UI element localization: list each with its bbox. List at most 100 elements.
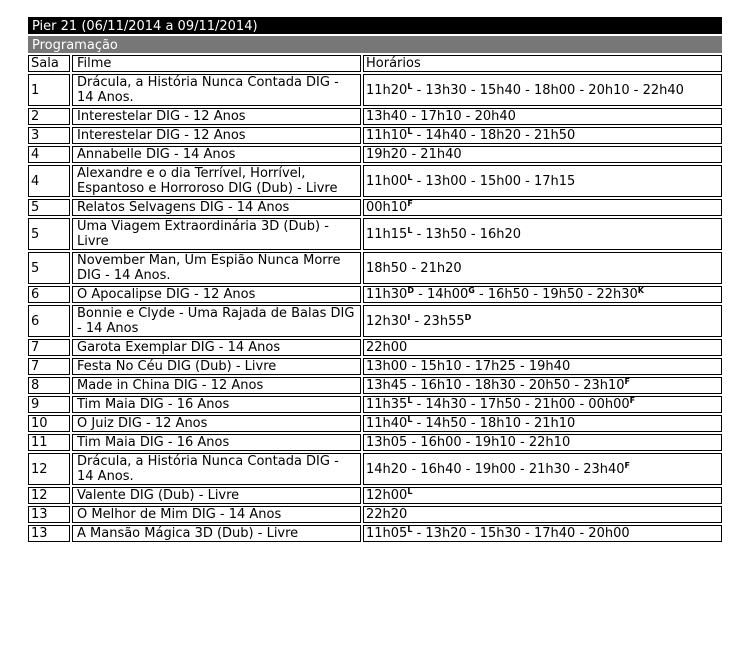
showtime: 16h20: [479, 226, 522, 242]
horarios-cell: 13h05 - 16h00 - 19h10 - 22h10: [363, 434, 722, 451]
filme-cell: Made in China DIG - 12 Anos: [72, 377, 361, 394]
time-separator: -: [461, 359, 475, 374]
time-separator: -: [407, 461, 421, 477]
time-separator: -: [407, 147, 421, 162]
showtime: 11h05: [366, 526, 408, 541]
filme-cell: Garota Exemplar DIG - 14 Anos: [72, 339, 361, 356]
horarios-cell: 14h20 - 16h40 - 19h00 - 21h30 - 23h40F: [363, 453, 722, 485]
time-separator: -: [466, 173, 480, 189]
horarios-cell: 11h00L - 13h00 - 15h00 - 17h15: [363, 165, 722, 197]
time-separator: -: [466, 526, 480, 541]
showtime: 14h40: [425, 128, 467, 143]
showtime: 12h00: [366, 488, 408, 503]
showtime: 16h50: [487, 287, 530, 302]
showtime: 14h00: [426, 287, 469, 302]
showtime: 18h10: [479, 416, 522, 431]
time-separator: -: [407, 435, 421, 450]
table-row: 8 Made in China DIG - 12 Anos 13h45 - 16h1…: [28, 377, 722, 394]
time-separator: -: [461, 109, 475, 124]
table-row: 5 November Man, Um Espião Nunca Morre DIG…: [28, 252, 722, 284]
sala-cell: 9: [28, 396, 70, 413]
showtime: 11h20: [366, 82, 408, 98]
horarios-cell: 11h20L - 13h30 - 15h40 - 18h00 - 20h10 -…: [363, 74, 722, 106]
table-row: 5 Relatos Selvagens DIG - 14 Anos 00h10F: [28, 199, 722, 216]
showtime: 20h50: [528, 378, 571, 393]
time-separator: -: [583, 287, 597, 302]
table-row: 4 Annabelle DIG - 14 Anos 19h20 - 21h40: [28, 146, 722, 163]
filme-cell: Alexandre e o dia Terrível, Horrível, Es…: [72, 165, 361, 197]
sala-cell: 2: [28, 108, 70, 125]
time-separator: -: [515, 378, 529, 393]
showtime: 14h30: [425, 397, 467, 412]
showtime: 19h10: [474, 435, 516, 450]
horarios-cell: 19h20 - 21h40: [363, 146, 722, 163]
sala-cell: 6: [28, 305, 70, 337]
showtime: 15h10: [420, 359, 462, 374]
sala-cell: 1: [28, 74, 70, 106]
sala-cell: 13: [28, 506, 70, 523]
sala-cell: 7: [28, 358, 70, 375]
table-row: 10 O Juiz DIG - 12 Anos 11h40L - 14h50 - 1…: [28, 415, 722, 432]
filme-cell: A Mansão Mágica 3D (Dub) - Livre: [72, 525, 361, 542]
showtime-flag: G: [468, 286, 475, 295]
sala-cell: 10: [28, 415, 70, 432]
table-row: 3 Interestelar DIG - 12 Anos 11h10L - 14h4…: [28, 127, 722, 144]
filme-cell: Valente DIG (Dub) - Livre: [72, 487, 361, 504]
time-separator: -: [412, 397, 426, 412]
table-row: 9 Tim Maia DIG - 16 Anos 11h35L - 14h30 - …: [28, 396, 722, 413]
showtime: 14h50: [425, 416, 467, 431]
horarios-cell: 13h40 - 17h10 - 20h40: [363, 108, 722, 125]
sala-cell: 11: [28, 434, 70, 451]
time-separator: -: [575, 397, 589, 412]
showtime: 23h10: [583, 378, 625, 393]
showtime: 11h40: [366, 416, 408, 431]
horarios-cell: 22h20: [363, 506, 722, 523]
sala-cell: 4: [28, 146, 70, 163]
filme-cell: November Man, Um Espião Nunca Morre DIG …: [72, 252, 361, 284]
time-separator: -: [412, 82, 426, 98]
horarios-cell: 00h10F: [363, 199, 722, 216]
time-separator: -: [474, 287, 488, 302]
showtime: 22h40: [642, 82, 684, 98]
time-separator: -: [407, 109, 421, 124]
horarios-cell: 13h00 - 15h10 - 17h25 - 19h40: [363, 358, 722, 375]
table-row: 12 Valente DIG (Dub) - Livre 12h00L: [28, 487, 722, 504]
table-header-row: Sala Filme Horários: [28, 55, 722, 72]
time-separator: -: [412, 128, 426, 143]
time-separator: -: [466, 226, 480, 242]
sala-cell: 3: [28, 127, 70, 144]
showtime: 11h10: [366, 128, 408, 143]
showtime-flag: L: [407, 487, 413, 496]
showtime: 21h00: [534, 397, 576, 412]
table-row: 2 Interestelar DIG - 12 Anos 13h40 - 17h10…: [28, 108, 722, 125]
horarios-cell: 11h35L - 14h30 - 17h50 - 21h00 - 00h00F: [363, 396, 722, 413]
time-separator: -: [529, 287, 543, 302]
schedule-panel: Pier 21 (06/11/2014 a 09/11/2014) Progra…: [28, 17, 722, 544]
showtime: 20h10: [588, 82, 630, 98]
showtime: 18h30: [474, 378, 516, 393]
time-separator: -: [407, 359, 421, 374]
showtime: 15h00: [479, 173, 522, 189]
sala-cell: 8: [28, 377, 70, 394]
time-separator: -: [407, 260, 421, 276]
showtime: 18h20: [479, 128, 522, 143]
showtime-flag: F: [624, 377, 630, 386]
time-separator: -: [461, 378, 475, 393]
showtime: 17h10: [420, 109, 462, 124]
showtime: 17h40: [534, 526, 576, 541]
time-separator: -: [461, 435, 475, 450]
time-separator: -: [412, 226, 426, 242]
showtime: 11h30: [366, 287, 408, 302]
showtime: 20h00: [588, 526, 630, 541]
showtime: 15h40: [479, 82, 522, 98]
time-separator: -: [521, 82, 534, 98]
horarios-cell: 11h30D - 14h00G - 16h50 - 19h50 - 22h30K: [363, 286, 722, 303]
sala-cell: 13: [28, 525, 70, 542]
time-separator: -: [515, 435, 529, 450]
showtime: 13h50: [425, 226, 467, 242]
showtime: 20h40: [474, 109, 516, 124]
showtime-flag: D: [407, 286, 414, 295]
showtime: 21h40: [420, 147, 462, 162]
horarios-cell: 11h15L - 13h50 - 16h20: [363, 218, 722, 250]
showtime: 13h00: [425, 173, 467, 189]
